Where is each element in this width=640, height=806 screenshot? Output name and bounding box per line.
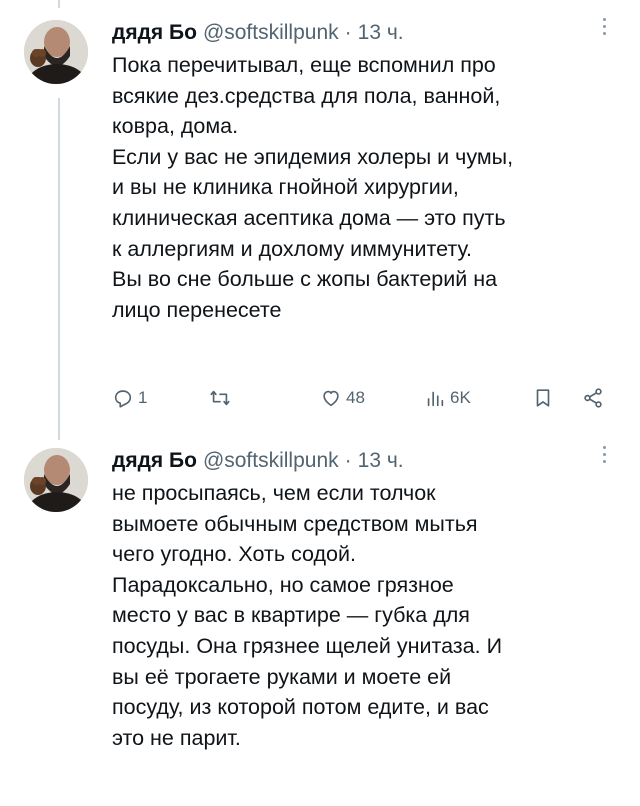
author-handle[interactable]: @softskillpunk [203,21,339,45]
views-icon [427,391,444,407]
tweet-text-line: вы её трогаете руками и моете ей [112,664,452,689]
bookmark-button[interactable] [532,384,554,412]
tweet-text-line: не просыпаясь, чем если толчок [112,481,436,505]
tweet-text-line: вымоете обычным средством мытья [112,511,478,536]
tweet-text-line: Парадоксально, но самое грязное [112,572,454,597]
tweet-text-line: Пока перечитывал, еще вспомнил про [112,53,496,77]
retweet-button[interactable] [208,384,232,412]
tweet-text-line: это не парит. [112,725,241,750]
reply-icon [114,390,132,408]
tweet-timestamp[interactable]: 13 ч. [358,21,404,45]
tweet-text: Пока перечитывал, еще вспомнил про всяки… [112,50,612,325]
tweet-text-line: ковра, дома. [112,114,239,139]
tweet-text-line: клиническая асептика дома — это путь [112,205,506,230]
avatar[interactable] [24,20,88,84]
views-count: 6K [450,388,471,407]
tweet-text: не просыпаясь, чем если толчок вымоете о… [112,478,612,753]
tweet-text-line: посуду, из которой потом едите, и вас [112,695,489,720]
views-button[interactable]: 6K [424,384,471,412]
tweet-timestamp[interactable]: 13 ч. [358,449,404,473]
tweet-text-line: место у вас в квартире — губка для [112,603,470,628]
author-name[interactable]: дядя Бо [112,21,197,45]
retweet-icon [210,390,230,406]
action-bar: 1 48 6K [112,384,612,412]
avatar-image [24,20,88,84]
like-count: 48 [346,388,365,407]
tweet-text-line: Если у вас не эпидемия холеры и чумы, [112,144,514,169]
tweet-text-line: лицо перенесете [112,297,282,322]
tweet[interactable]: дядя Бо @softskillpunk · 13 ч. не просып… [0,440,640,806]
tweet-text-line: и вы не клиника гнойной хирургии, [112,175,459,200]
tweet-header: дядя Бо @softskillpunk · 13 ч. [112,446,404,476]
tweet[interactable]: дядя Бо @softskillpunk · 13 ч. Пока пере… [0,10,640,430]
more-options-icon[interactable] [594,14,614,38]
author-handle[interactable]: @softskillpunk [203,449,339,473]
tweet-text-line: чего угодно. Хоть содой. [112,542,356,567]
avatar[interactable] [24,448,88,512]
reply-button[interactable]: 1 [112,384,147,412]
bookmark-icon [536,389,550,407]
tweet-text-line: посуды. Она грязнее щелей унитаза. И [112,633,503,658]
more-options-icon[interactable] [594,442,614,466]
heart-icon [323,390,339,407]
author-name[interactable]: дядя Бо [112,449,197,473]
reply-count: 1 [138,388,148,407]
tweet-text-line: всякие дез.средства для пола, ванной, [112,83,501,108]
header-separator: · [344,449,352,472]
avatar-image [24,448,88,512]
share-icon [584,388,602,408]
tweet-header: дядя Бо @softskillpunk · 13 ч. [112,18,404,48]
tweet-text-line: Вы во сне больше с жопы бактерий на [112,267,498,292]
header-separator: · [344,21,352,44]
thread-line-top [58,0,60,8]
like-button[interactable]: 48 [320,384,365,412]
share-button[interactable] [582,384,604,412]
tweet-text-line: к аллергиям и дохлому иммунитету. [112,236,473,261]
